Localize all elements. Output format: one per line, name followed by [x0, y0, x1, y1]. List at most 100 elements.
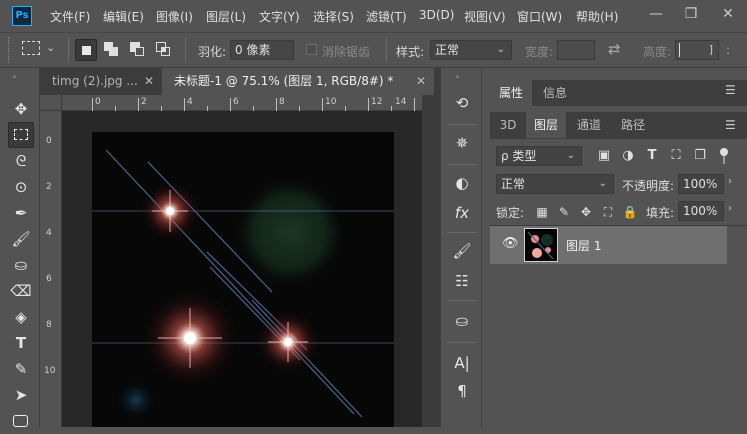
navigator-icon[interactable]: ✵ [450, 132, 474, 154]
add-to-selection-button[interactable] [101, 39, 123, 61]
filter-adjustment-icon[interactable]: ◑ [620, 148, 636, 164]
rectangular-marquee-tool-icon[interactable] [8, 122, 34, 148]
eye-icon[interactable]: 👁 [502, 236, 519, 251]
pen-tool-icon[interactable]: ✎ [8, 356, 34, 382]
panel-collapse-icon[interactable]: » [12, 73, 28, 81]
filter-toggle-switch[interactable] [720, 148, 728, 164]
horizontal-ruler[interactable]: 0 2 4 6 8 10 12 14 [62, 95, 422, 111]
tab-paths[interactable]: 路径 [612, 112, 654, 138]
subtract-from-selection-button[interactable] [127, 39, 149, 61]
layer-row[interactable]: 👁 图层 1 [490, 226, 727, 264]
swap-icon[interactable]: ⇄ [608, 40, 621, 58]
brush-settings-icon[interactable]: 🖌 [450, 240, 474, 262]
menu-select[interactable]: 选择(S) [313, 8, 354, 25]
height-label: 高度: [643, 45, 672, 59]
tab-layers[interactable]: 图层 [526, 112, 566, 138]
feather-input[interactable]: 0 像素 [230, 40, 294, 60]
fill-label: 填充: [646, 206, 675, 220]
restore-button[interactable]: ❐ [675, 0, 707, 28]
path-selection-tool-icon[interactable]: ➤ [8, 382, 34, 408]
lock-transparent-icon[interactable]: ▦ [534, 204, 550, 220]
ruler-label: 4 [46, 228, 52, 238]
brush-presets-icon[interactable]: ☷ [450, 270, 474, 292]
chevron-right-icon[interactable]: › [728, 176, 732, 187]
chevron-down-icon[interactable]: ⌄ [46, 41, 55, 54]
lock-label: 锁定: [496, 206, 525, 220]
menu-3d[interactable]: 3D(D) [419, 8, 454, 22]
blend-mode-value: 正常 [501, 177, 526, 191]
width-input[interactable] [557, 40, 595, 60]
tab-timg[interactable]: timg (2).jpg ... ✕ [40, 68, 162, 95]
rectangle-tool-icon[interactable] [8, 408, 34, 434]
filter-smart-object-icon[interactable]: ❐ [692, 148, 708, 164]
style-select[interactable]: 正常 ⌄ [430, 40, 512, 60]
grip-handle[interactable] [8, 37, 11, 63]
type-tool-icon[interactable]: T [8, 330, 34, 356]
marquee-preset-icon[interactable] [22, 41, 40, 55]
tab-untitled-1[interactable]: 未标题-1 @ 75.1% (图层 1, RGB/8#) * ✕ [162, 68, 434, 95]
filter-kind-label: ρ 类型 [501, 149, 537, 163]
panel-menu-icon[interactable]: ☰ [725, 118, 739, 132]
height-input[interactable]: ] [675, 40, 719, 60]
panel-icon-dock: « ⟲ ✵ ◐ fx 🖌 ☷ ⛀ A| ¶ [440, 68, 482, 427]
tab-3d[interactable]: 3D [492, 112, 524, 138]
paint-bucket-tool-icon[interactable]: ◈ [8, 304, 34, 330]
opacity-input[interactable]: 100% [678, 174, 724, 194]
paragraph-icon[interactable]: ¶ [450, 380, 474, 402]
lock-all-icon[interactable]: 🔒 [622, 204, 638, 220]
tab-properties[interactable]: 属性 [490, 80, 532, 106]
menu-view[interactable]: 视图(V) [464, 8, 506, 25]
tab-info[interactable]: 信息 [534, 80, 576, 106]
quick-selection-tool-icon[interactable]: ⊙ [8, 174, 34, 200]
history-icon[interactable]: ⟲ [450, 92, 474, 114]
menu-window[interactable]: 窗口(W) [517, 8, 562, 25]
menu-filter[interactable]: 滤镜(T) [366, 8, 407, 25]
layer-thumbnail [524, 228, 558, 262]
close-window-button[interactable]: ✕ [712, 0, 744, 28]
new-selection-button[interactable] [75, 39, 97, 61]
tab-channels[interactable]: 通道 [568, 112, 610, 138]
lock-artboard-icon[interactable]: ⛶ [600, 204, 616, 220]
brush-tool-icon[interactable]: 🖌 [8, 226, 34, 252]
lock-position-icon[interactable]: ✥ [578, 204, 594, 220]
vertical-ruler[interactable]: 0 2 4 6 8 10 [40, 111, 62, 427]
blend-mode-select[interactable]: 正常 ⌄ [496, 174, 614, 194]
eyedropper-tool-icon[interactable]: ✒ [8, 200, 34, 226]
clone-source-icon[interactable]: ⛀ [450, 310, 474, 332]
antialias-checkbox[interactable] [306, 44, 317, 55]
menu-type[interactable]: 文字(Y) [259, 8, 300, 25]
menu-image[interactable]: 图像(I) [156, 8, 193, 25]
panel-menu-icon[interactable]: ☰ [725, 83, 739, 97]
clone-stamp-tool-icon[interactable]: ⛀ [8, 252, 34, 278]
eraser-tool-icon[interactable]: ⌫ [8, 278, 34, 304]
intersect-selection-button[interactable] [153, 39, 175, 61]
menu-help[interactable]: 帮助(H) [576, 8, 618, 25]
move-tool-icon[interactable]: ✥ [8, 96, 34, 122]
menu-edit[interactable]: 编辑(E) [103, 8, 144, 25]
fill-input[interactable]: 100% [678, 201, 724, 221]
filter-type-icon[interactable]: T [644, 148, 660, 164]
canvas-vertical-scrollbar[interactable] [422, 95, 440, 427]
close-icon[interactable]: ✕ [144, 68, 154, 94]
layer-name[interactable]: 图层 1 [566, 237, 601, 254]
adjustments-icon[interactable]: ◐ [450, 172, 474, 194]
layer-filter-select[interactable]: ρ 类型 ⌄ [496, 146, 582, 166]
ruler-label: 4 [187, 97, 193, 107]
document-canvas[interactable] [92, 132, 394, 427]
chevron-right-icon[interactable]: › [728, 203, 732, 214]
minimize-button[interactable]: — [640, 0, 672, 28]
menu-file[interactable]: 文件(F) [50, 8, 90, 25]
lock-image-icon[interactable]: ✎ [556, 204, 572, 220]
lasso-tool-icon[interactable]: ᘓ [8, 148, 34, 174]
antialias-label: 消除锯齿 [322, 45, 371, 59]
character-icon[interactable]: A| [450, 352, 474, 374]
ruler-origin[interactable] [40, 95, 62, 111]
styles-icon[interactable]: fx [450, 202, 474, 224]
divider [68, 37, 69, 63]
filter-pixel-icon[interactable]: ▣ [596, 148, 612, 164]
menu-bar: Ps 文件(F) 编辑(E) 图像(I) 图层(L) 文字(Y) 选择(S) 滤… [0, 0, 747, 32]
filter-shape-icon[interactable]: ⛶ [668, 148, 684, 164]
dock-collapse-icon[interactable]: « [455, 73, 471, 81]
close-icon[interactable]: ✕ [416, 68, 426, 94]
menu-layer[interactable]: 图层(L) [206, 8, 246, 25]
